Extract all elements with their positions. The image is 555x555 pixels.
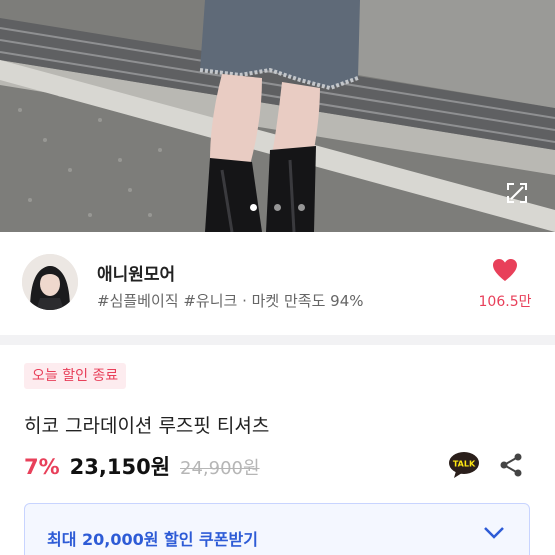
chevron-down-icon [484, 527, 504, 539]
coupon-label: 최대 20,000원 할인 쿠폰받기 [47, 530, 258, 549]
original-price: 24,900원 [180, 458, 260, 479]
product-title: 히코 그라데이션 루즈핏 티셔츠 [24, 415, 270, 437]
kakao-talk-icon[interactable]: TALK [448, 451, 480, 479]
seller-section[interactable]: 애니원모어 #심플베이직 #유니크 · 마켓 만족도 94% 106.5만 [0, 232, 555, 332]
sale-end-badge: 오늘 할인 종료 [24, 363, 127, 389]
heart-icon [493, 259, 517, 281]
like-button[interactable]: 106.5만 [470, 258, 540, 311]
gallery-dot[interactable] [274, 204, 281, 211]
seller-tags: #심플베이직 #유니크 · 마켓 만족도 94% [97, 292, 364, 310]
gallery-pagination [0, 196, 555, 215]
share-icon[interactable] [498, 452, 524, 478]
expand-icon[interactable] [504, 180, 530, 206]
gallery-dot[interactable] [298, 204, 306, 211]
coupon-button[interactable]: 최대 20,000원 할인 쿠폰받기 [24, 503, 530, 555]
like-count: 106.5만 [478, 294, 532, 310]
section-divider [0, 335, 555, 345]
product-image-gallery[interactable] [0, 0, 555, 232]
sale-price: 23,150원 [69, 455, 171, 479]
avatar-image [22, 254, 78, 310]
talk-label: TALK [453, 460, 476, 469]
gallery-dot[interactable] [249, 204, 257, 211]
seller-name[interactable]: 애니원모어 [97, 260, 175, 285]
seller-avatar[interactable] [22, 254, 78, 310]
price-row: 7% 23,150원 24,900원 [24, 451, 260, 483]
discount-rate: 7% [24, 455, 60, 479]
